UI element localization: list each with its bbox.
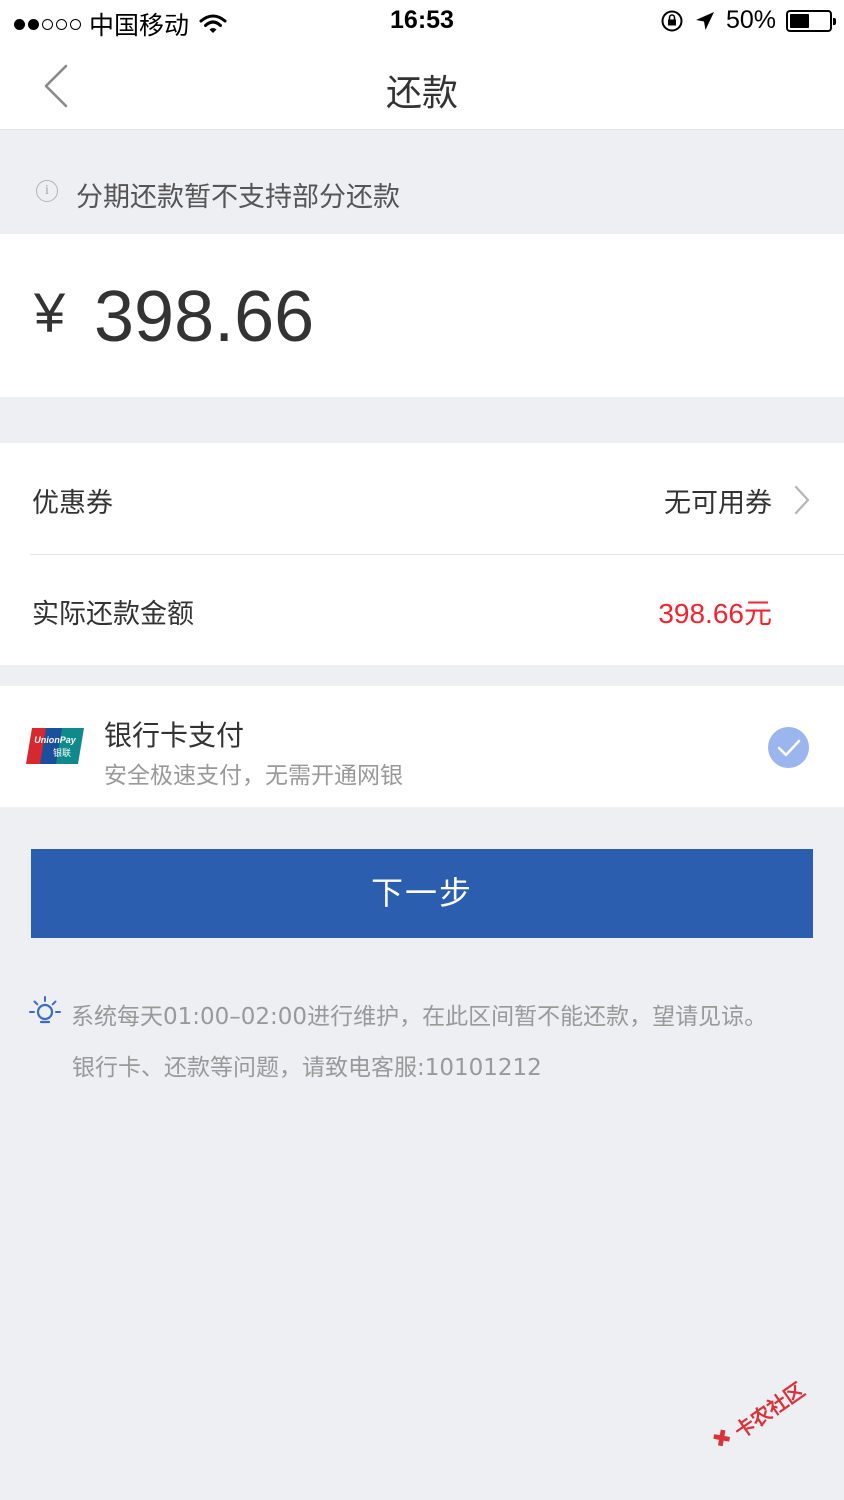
battery-level [790,13,809,28]
battery-icon [786,9,836,32]
location-arrow-icon [695,11,714,30]
payment-method-bank-card[interactable]: UnionPay 银联 银行卡支付 安全极速支付，无需开通网银 [0,686,844,807]
repayment-amount: 398.66 [94,277,315,357]
actual-amount-row: 实际还款金额 398.66元 [0,554,844,665]
checkmark-icon [777,739,801,757]
actual-amount-label: 实际还款金额 [32,599,194,630]
lightbulb-icon [29,996,61,1024]
repayment-amount-card: ¥ 398.66 [0,234,844,397]
battery-percent: 50% [725,6,776,34]
info-icon: i [36,180,58,202]
maintenance-tip: 系统每天01:00–02:00进行维护，在此区间暂不能还款，望请见谅。 [71,1004,768,1030]
next-step-button[interactable]: 下一步 [31,849,813,938]
status-bar: 中国移动 16:53 50% [0,0,844,44]
notice-text: 分期还款暂不支持部分还款 [76,182,400,213]
coupon-value: 无可用券 [664,488,772,519]
chevron-right-icon [794,485,810,515]
navigation-bar: 还款 [0,44,844,130]
page-title: 还款 [385,73,458,114]
rotation-lock-icon [661,10,683,31]
actual-amount-value: 398.66元 [658,598,772,629]
unionpay-logo-text: UnionPay [34,735,77,745]
amount-details-card: 优惠券 无可用券 实际还款金额 398.66元 [0,443,844,665]
unionpay-logo-icon: UnionPay 银联 [26,728,84,764]
selected-check-icon[interactable] [768,727,809,768]
community-watermark: ✖ 卡农社区 [706,1373,822,1480]
status-right: 50% [660,6,836,35]
coupon-label: 优惠券 [32,488,113,519]
unionpay-logo-cn: 银联 [53,747,71,759]
notice-banner: i 分期还款暂不支持部分还款 [0,131,844,234]
payment-method-subtitle: 安全极速支付，无需开通网银 [104,763,403,789]
customer-service-tip: 银行卡、还款等问题，请致电客服:10101212 [72,1055,542,1081]
currency-symbol: ¥ [34,281,66,344]
payment-method-title: 银行卡支付 [104,719,245,752]
coupon-row[interactable]: 优惠券 无可用券 [0,443,844,554]
watermark-text: 卡农社区 [729,1377,810,1444]
